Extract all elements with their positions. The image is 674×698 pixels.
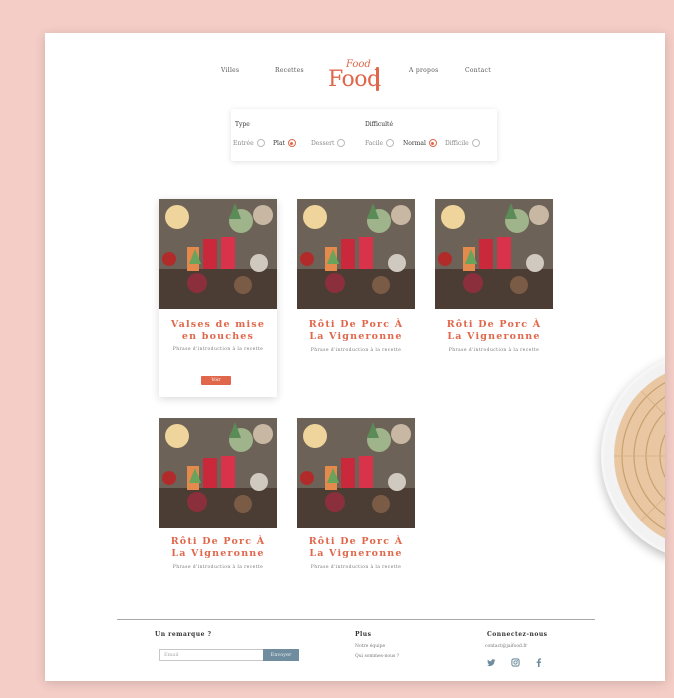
recipe-title: Rôti De Porc À La Vigneronne bbox=[308, 536, 404, 559]
recipe-card[interactable]: Valses de mise en bouches Phrase d'intro… bbox=[159, 199, 277, 397]
recipe-title: Rôti De Porc À La Vigneronne bbox=[170, 536, 266, 559]
type-option-plat[interactable]: Plat bbox=[273, 139, 296, 147]
radio-icon[interactable] bbox=[471, 139, 480, 147]
recipe-title: Rôti De Porc À La Vigneronne bbox=[446, 319, 542, 342]
email-input[interactable]: Email bbox=[159, 649, 265, 661]
difficulty-option-normal[interactable]: Normal bbox=[403, 139, 437, 147]
recipe-photo bbox=[159, 199, 277, 309]
top-nav: Villes Recettes Food Food A propos Conta… bbox=[45, 57, 665, 93]
recipe-photo-graphic bbox=[159, 418, 277, 528]
contact-email[interactable]: contact@jaifood.fr bbox=[485, 644, 527, 649]
nav-item-contact[interactable]: Contact bbox=[465, 67, 491, 74]
recipe-photo bbox=[435, 199, 553, 309]
option-label: Dessert bbox=[311, 139, 335, 147]
submit-button[interactable]: Envoyer bbox=[263, 649, 299, 661]
footer-link-about[interactable]: Qui sommes-nous ? bbox=[355, 654, 399, 659]
apple-tart-image bbox=[601, 351, 665, 561]
difficulty-option-difficile[interactable]: Difficile bbox=[445, 139, 480, 147]
recipe-filter: Type Entrée Plat Dessert Difficulté Faci… bbox=[231, 109, 497, 161]
nav-item-villes[interactable]: Villes bbox=[221, 67, 239, 74]
recipe-photo-graphic bbox=[297, 199, 415, 309]
instagram-icon[interactable] bbox=[511, 658, 520, 670]
footer-divider bbox=[117, 619, 595, 620]
type-label: Type bbox=[235, 121, 250, 128]
option-label: Entrée bbox=[233, 139, 254, 147]
recipe-photo bbox=[297, 199, 415, 309]
difficulty-label: Difficulté bbox=[365, 121, 394, 128]
logo-word: Food bbox=[328, 67, 381, 92]
recipe-intro: Phrase d'introduction à la recette bbox=[310, 565, 402, 570]
food-logo[interactable]: Food Food bbox=[328, 59, 388, 95]
option-label: Normal bbox=[403, 139, 426, 147]
recipe-photo-graphic bbox=[159, 199, 277, 309]
tart-graphic bbox=[604, 362, 665, 550]
footer-link-team[interactable]: Notre équipe bbox=[355, 644, 385, 649]
radio-checked-icon[interactable] bbox=[287, 139, 296, 147]
radio-icon[interactable] bbox=[386, 139, 395, 147]
recipe-photo-graphic bbox=[297, 418, 415, 528]
recipe-photo bbox=[159, 418, 277, 528]
more-title: Plus bbox=[355, 631, 372, 638]
facebook-icon[interactable] bbox=[534, 658, 543, 670]
option-label: Difficile bbox=[445, 139, 469, 147]
recipe-photo-graphic bbox=[435, 199, 553, 309]
nav-item-recettes[interactable]: Recettes bbox=[275, 67, 304, 74]
recipe-intro: Phrase d'introduction à la recette bbox=[310, 348, 402, 353]
type-option-entree[interactable]: Entrée bbox=[233, 139, 265, 147]
difficulty-option-facile[interactable]: Facile bbox=[365, 139, 395, 147]
fork-icon bbox=[376, 67, 379, 91]
radio-checked-icon[interactable] bbox=[428, 139, 437, 147]
option-label: Facile bbox=[365, 139, 384, 147]
recipe-intro: Phrase d'introduction à la recette bbox=[172, 565, 264, 570]
recipe-title: Rôti De Porc À La Vigneronne bbox=[308, 319, 404, 342]
view-recipe-button[interactable]: Voir bbox=[201, 376, 231, 385]
connect-title: Connectez-nous bbox=[487, 631, 548, 638]
twitter-icon[interactable] bbox=[487, 658, 496, 670]
option-label: Plat bbox=[273, 139, 285, 147]
nav-item-a-propos[interactable]: A propos bbox=[409, 67, 439, 74]
recipe-title: Valses de mise en bouches bbox=[170, 319, 266, 342]
recipe-intro: Phrase d'introduction à la recette bbox=[448, 348, 540, 353]
type-option-dessert[interactable]: Dessert bbox=[311, 139, 346, 147]
page: Villes Recettes Food Food A propos Conta… bbox=[45, 33, 665, 681]
radio-icon[interactable] bbox=[337, 139, 346, 147]
remark-title: Un remarque ? bbox=[155, 631, 212, 638]
radio-icon[interactable] bbox=[256, 139, 265, 147]
recipe-intro: Phrase d'introduction à la recette bbox=[172, 347, 264, 352]
recipe-photo bbox=[297, 418, 415, 528]
